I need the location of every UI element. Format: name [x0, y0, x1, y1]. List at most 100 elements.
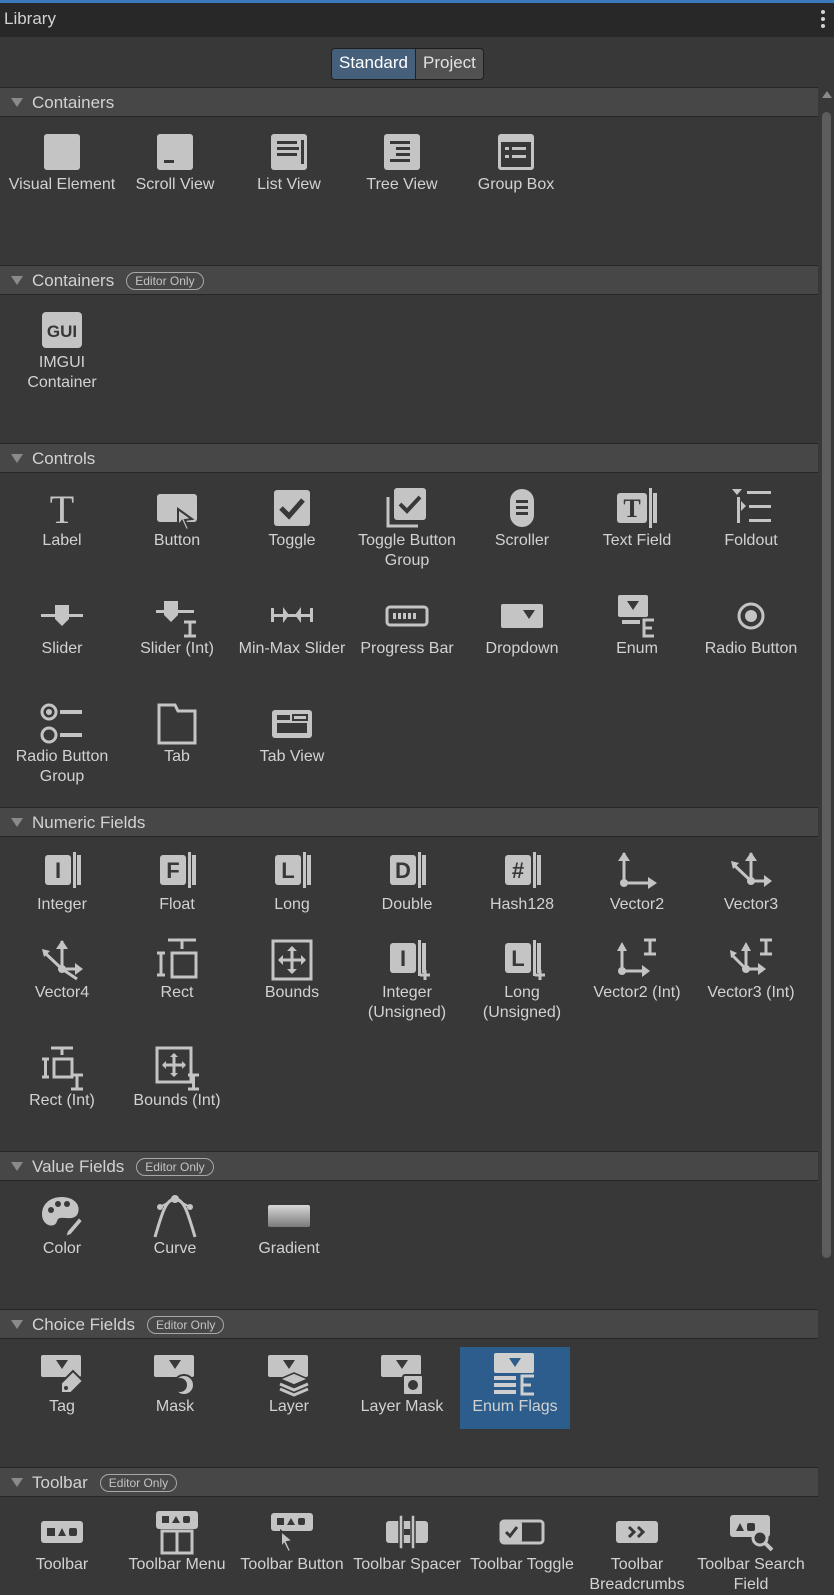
- scroll-up-arrow-icon[interactable]: [822, 91, 832, 98]
- section-header-numeric-fields[interactable]: Numeric Fields: [0, 807, 818, 837]
- library-item-enum-flags[interactable]: Enum Flags: [460, 1347, 570, 1429]
- library-item-imgui-container[interactable]: GUI IMGUI Container: [6, 295, 118, 393]
- library-item-dropdown[interactable]: Dropdown: [466, 581, 578, 659]
- collapse-arrow-icon[interactable]: [11, 98, 23, 107]
- section-header-toolbar[interactable]: Toolbar Editor Only: [0, 1467, 818, 1497]
- item-label: Vector3: [723, 896, 779, 913]
- library-item-tree-view[interactable]: Tree View: [346, 117, 458, 195]
- section-label: Containers: [32, 93, 115, 112]
- item-label: Group Box: [477, 176, 555, 193]
- project-tab[interactable]: Project: [416, 49, 483, 79]
- item-label: Rect: [160, 984, 194, 1001]
- toolbar-spacer-icon: [384, 1509, 430, 1555]
- scrollbar-thumb[interactable]: [822, 112, 831, 1258]
- collapse-arrow-icon[interactable]: [11, 1320, 23, 1329]
- standard-tab[interactable]: Standard: [332, 49, 416, 79]
- library-item-double[interactable]: D Double: [351, 837, 463, 915]
- library-item-group-box[interactable]: Group Box: [460, 117, 572, 195]
- svg-text:T: T: [50, 487, 74, 531]
- library-item-visual-element[interactable]: Visual Element: [6, 117, 118, 195]
- library-item-long[interactable]: L Long: [236, 837, 348, 915]
- library-item-gradient[interactable]: Gradient: [233, 1181, 345, 1259]
- library-item-float[interactable]: F Float: [121, 837, 233, 915]
- list-view-icon: [266, 129, 312, 175]
- library-item-layer[interactable]: Layer: [233, 1339, 345, 1417]
- svg-text:I: I: [400, 946, 406, 971]
- library-item-integer-unsigned[interactable]: I Integer (Unsigned): [351, 925, 463, 1023]
- collapse-arrow-icon[interactable]: [11, 818, 23, 827]
- library-item-rect[interactable]: Rect: [121, 925, 233, 1003]
- library-item-bounds[interactable]: Bounds: [236, 925, 348, 1003]
- library-item-toolbar-spacer[interactable]: Toolbar Spacer: [351, 1497, 463, 1575]
- library-item-toolbar-breadcrumbs[interactable]: Toolbar Breadcrumbs: [581, 1497, 693, 1595]
- library-item-integer[interactable]: I Integer: [6, 837, 118, 915]
- item-label: Toolbar Spacer: [353, 1556, 461, 1573]
- item-label: Vector4: [34, 984, 90, 1001]
- library-item-toolbar-toggle[interactable]: Toolbar Toggle: [466, 1497, 578, 1575]
- library-item-layer-mask[interactable]: Layer Mask: [346, 1339, 458, 1417]
- library-item-toolbar-menu[interactable]: Toolbar Menu: [121, 1497, 233, 1575]
- item-label: Bounds (Int): [133, 1092, 221, 1109]
- text-field-icon: T: [614, 485, 660, 531]
- section-header-containers[interactable]: Containers Editor Only: [0, 265, 818, 295]
- library-item-label[interactable]: T Label: [6, 473, 118, 551]
- library-item-foldout[interactable]: Foldout: [695, 473, 807, 551]
- collapse-arrow-icon[interactable]: [11, 1478, 23, 1487]
- vertical-scrollbar[interactable]: [820, 87, 832, 1463]
- library-item-tab-view[interactable]: Tab View: [236, 689, 348, 767]
- collapse-arrow-icon[interactable]: [11, 1162, 23, 1171]
- item-label: Color: [42, 1240, 82, 1257]
- collapse-arrow-icon[interactable]: [11, 276, 23, 285]
- library-item-vector4[interactable]: Vector4: [6, 925, 118, 1003]
- library-item-toolbar-search-field[interactable]: Toolbar Search Field: [695, 1497, 807, 1595]
- library-item-button[interactable]: Button: [121, 473, 233, 551]
- library-item-slider-int[interactable]: Slider (Int): [121, 581, 233, 659]
- library-item-vector2[interactable]: Vector2: [581, 837, 693, 915]
- library-item-slider[interactable]: Slider: [6, 581, 118, 659]
- library-item-min-max-slider[interactable]: Min-Max Slider: [236, 581, 348, 659]
- long-field-icon: L: [269, 849, 315, 895]
- library-item-hash128[interactable]: # Hash128: [466, 837, 578, 915]
- section-header-choice-fields[interactable]: Choice Fields Editor Only: [0, 1309, 818, 1339]
- library-item-vector3-int[interactable]: Vector3 (Int): [695, 925, 807, 1003]
- section-header-controls[interactable]: Controls: [0, 443, 818, 473]
- library-item-radio-button[interactable]: Radio Button: [695, 581, 807, 659]
- library-source-toggle: Standard Project: [331, 48, 484, 80]
- item-label: Scroll View: [135, 176, 215, 193]
- progress-bar-icon: [384, 593, 430, 639]
- item-label: Slider (Int): [140, 640, 214, 657]
- foldout-icon: [728, 485, 774, 531]
- radio-button-icon: [728, 593, 774, 639]
- library-item-toolbar-button[interactable]: Toolbar Button: [236, 1497, 348, 1575]
- library-item-progress-bar[interactable]: Progress Bar: [351, 581, 463, 659]
- library-item-mask[interactable]: Mask: [119, 1339, 231, 1417]
- library-item-enum[interactable]: Enum: [581, 581, 693, 659]
- library-item-tag[interactable]: Tag: [6, 1339, 118, 1417]
- item-label: Long (Unsigned): [482, 984, 562, 1021]
- library-item-toggle[interactable]: Toggle: [236, 473, 348, 551]
- collapse-arrow-icon[interactable]: [11, 454, 23, 463]
- library-item-radio-button-group[interactable]: Radio Button Group: [6, 689, 118, 787]
- library-item-toolbar[interactable]: Toolbar: [6, 1497, 118, 1575]
- tag-field-icon: [39, 1351, 85, 1397]
- library-item-long-unsigned[interactable]: L Long (Unsigned): [466, 925, 578, 1023]
- visual-element-icon: [39, 129, 85, 175]
- library-item-tab[interactable]: Tab: [121, 689, 233, 767]
- item-label: Curve: [153, 1240, 197, 1257]
- section-header-containers[interactable]: Containers: [0, 87, 818, 117]
- library-item-color[interactable]: Color: [6, 1181, 118, 1259]
- library-item-vector3[interactable]: Vector3: [695, 837, 807, 915]
- library-item-text-field[interactable]: T Text Field: [581, 473, 693, 551]
- library-item-list-view[interactable]: List View: [233, 117, 345, 195]
- kebab-menu-icon[interactable]: [820, 8, 826, 30]
- library-item-scroller[interactable]: Scroller: [466, 473, 578, 551]
- library-item-curve[interactable]: Curve: [119, 1181, 231, 1259]
- library-item-rect-int[interactable]: Rect (Int): [6, 1033, 118, 1111]
- library-item-bounds-int[interactable]: Bounds (Int): [121, 1033, 233, 1111]
- library-item-toggle-button-group[interactable]: Toggle Button Group: [351, 473, 463, 571]
- library-item-scroll-view[interactable]: Scroll View: [119, 117, 231, 195]
- library-item-vector2-int[interactable]: Vector2 (Int): [581, 925, 693, 1003]
- section-header-value-fields[interactable]: Value Fields Editor Only: [0, 1151, 818, 1181]
- item-label: Toggle: [268, 532, 316, 549]
- item-label: Float: [159, 896, 195, 913]
